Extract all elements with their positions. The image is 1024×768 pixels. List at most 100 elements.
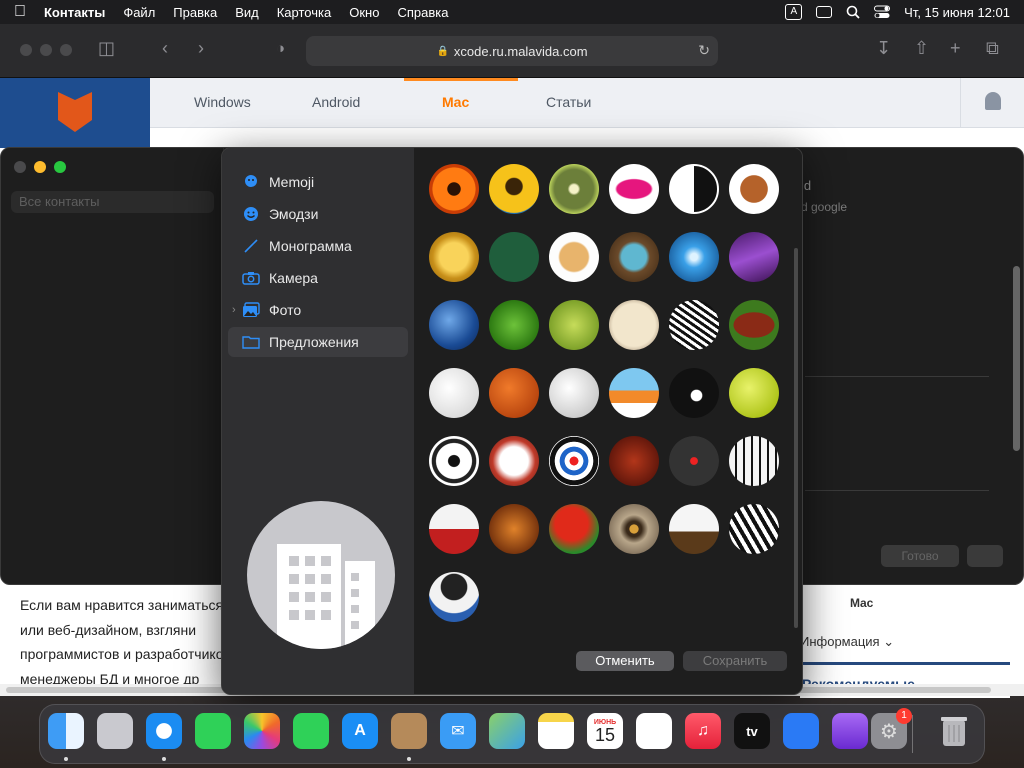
avatar-grid-scrollbar[interactable] (794, 248, 798, 628)
reminders-icon[interactable] (636, 713, 672, 749)
avatar-fortune-cookie[interactable] (549, 232, 599, 282)
messages-icon[interactable] (195, 713, 231, 749)
avatar-eight-ball[interactable] (669, 368, 719, 418)
menu-view[interactable]: Вид (235, 5, 259, 20)
tv-icon[interactable]: tv (734, 713, 770, 749)
avatar-turntable[interactable] (669, 436, 719, 486)
contacts-zoom-button[interactable] (54, 161, 66, 173)
reload-icon[interactable]: ↻ (698, 42, 710, 59)
menu-card[interactable]: Карточка (277, 5, 331, 20)
done-button[interactable]: Готово (881, 545, 959, 567)
contacts-search-input[interactable]: Все контакты (11, 191, 214, 213)
avatar-target[interactable] (549, 436, 599, 486)
trash-icon[interactable] (936, 713, 972, 749)
launchpad-icon[interactable] (97, 713, 133, 749)
avatar-lightning[interactable] (729, 232, 779, 282)
avatar-drum[interactable] (429, 504, 479, 554)
notes-icon[interactable] (538, 713, 574, 749)
avatar-violin[interactable] (609, 436, 659, 486)
music-icon[interactable]: ♫ (685, 713, 721, 749)
site-logo[interactable] (0, 78, 150, 148)
menu-app-name[interactable]: Контакты (44, 5, 105, 20)
nav-mac[interactable]: Mac (403, 78, 519, 110)
app-store-icon[interactable]: A (342, 713, 378, 749)
avatar-leaf-drops[interactable] (549, 300, 599, 350)
privacy-shield-icon[interactable]: ◑ (276, 40, 285, 57)
avatar-zebra-pattern[interactable] (669, 300, 719, 350)
side-info-link[interactable]: Информация ⌄ (800, 634, 894, 650)
downloads-icon[interactable]: ↧ (876, 38, 891, 59)
avatar-dandelion[interactable] (549, 164, 599, 214)
input-source-icon[interactable]: A (785, 4, 803, 20)
avatar-piano[interactable] (729, 436, 779, 486)
menu-file[interactable]: Файл (123, 5, 155, 20)
avatar-gold-medal[interactable] (429, 232, 479, 282)
sidebar-item-memoji[interactable]: Memoji (228, 167, 408, 197)
new-tab-icon[interactable]: + (950, 38, 961, 59)
sidebar-item-suggestions[interactable]: Предложения (228, 327, 408, 357)
contacts-close-button[interactable] (14, 161, 26, 173)
podcasts-icon[interactable] (832, 713, 868, 749)
avatar-bowling[interactable] (489, 436, 539, 486)
avatar-baseball[interactable] (429, 368, 479, 418)
nav-android[interactable]: Android (312, 94, 360, 110)
avatar-basketball[interactable] (489, 368, 539, 418)
avatar-soccer-ball[interactable] (429, 436, 479, 486)
avatar-eagle[interactable] (669, 504, 719, 554)
spotlight-search-icon[interactable] (846, 5, 860, 19)
back-icon[interactable]: ‹ (162, 38, 168, 59)
menu-help[interactable]: Справка (397, 5, 448, 20)
disclosure-chevron-icon[interactable]: › (232, 304, 236, 316)
safari-icon[interactable] (146, 713, 182, 749)
avatar-green-leaf[interactable] (489, 300, 539, 350)
avatar-flower-orange[interactable] (429, 164, 479, 214)
avatar-sand-dollar[interactable] (609, 300, 659, 350)
menu-clock[interactable]: Чт, 15 июня 12:01 (904, 5, 1010, 20)
avatar-yin-yang[interactable] (669, 164, 719, 214)
maps-icon[interactable] (489, 713, 525, 749)
contacts-app-icon[interactable] (391, 713, 427, 749)
contacts-scrollbar[interactable] (1013, 266, 1020, 451)
avatar-parrot[interactable] (549, 504, 599, 554)
photos-app-icon[interactable] (244, 713, 280, 749)
sidebar-item-monogram[interactable]: Монограмма (228, 231, 408, 261)
menu-window[interactable]: Окно (349, 5, 379, 20)
nav-articles[interactable]: Статьи (546, 94, 591, 110)
avatar-bird-eggs[interactable] (609, 232, 659, 282)
control-center-icon[interactable] (874, 5, 891, 19)
address-bar[interactable]: 🔒 xcode.ru.malavida.com ↻ (306, 36, 718, 66)
finder-icon[interactable] (48, 713, 84, 749)
avatar-surf[interactable] (609, 368, 659, 418)
tab-overview-icon[interactable]: ⧉ (986, 38, 999, 59)
sidebar-item-photos[interactable]: › Фото (228, 295, 408, 325)
avatar-sunflower[interactable] (489, 164, 539, 214)
avatar-gingerbread[interactable] (729, 164, 779, 214)
browser-minimize-button[interactable] (40, 44, 52, 56)
avatar-earth[interactable] (429, 300, 479, 350)
screen-mirror-icon[interactable] (816, 6, 833, 18)
user-account-icon[interactable] (960, 78, 1024, 128)
mail-icon[interactable]: ✉ (440, 713, 476, 749)
avatar-lips[interactable] (609, 164, 659, 214)
save-button[interactable]: Сохранить (683, 651, 787, 671)
browser-close-button[interactable] (20, 44, 32, 56)
avatar-football[interactable] (729, 300, 779, 350)
keynote-icon[interactable] (783, 713, 819, 749)
avatar-penguin[interactable] (429, 572, 479, 622)
calendar-icon[interactable]: ИЮНЬ 15 (587, 713, 623, 749)
sidebar-toggle-icon[interactable]: ◫ (98, 38, 115, 59)
avatar-golf-ball[interactable] (549, 368, 599, 418)
apple-icon[interactable]:  (14, 3, 26, 21)
forward-icon[interactable]: › (198, 38, 204, 59)
contacts-minimize-button[interactable] (34, 161, 46, 173)
cancel-button[interactable]: Отменить (576, 651, 674, 671)
avatar-guitar[interactable] (489, 504, 539, 554)
menu-edit[interactable]: Правка (173, 5, 217, 20)
share-contact-button[interactable] (967, 545, 1003, 567)
system-settings-icon[interactable]: ⚙ 1 (871, 708, 912, 749)
nav-windows[interactable]: Windows (194, 94, 251, 110)
avatar-snowflake[interactable] (669, 232, 719, 282)
facetime-icon[interactable] (293, 713, 329, 749)
avatar-owl[interactable] (609, 504, 659, 554)
sidebar-item-camera[interactable]: Камера (228, 263, 408, 293)
